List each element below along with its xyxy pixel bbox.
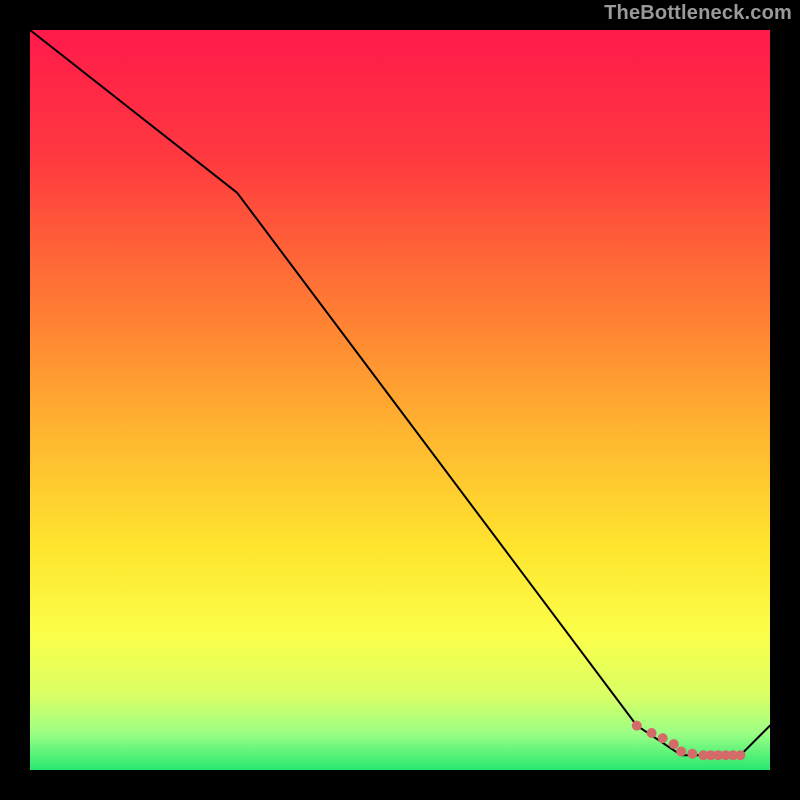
plot-area [30,30,770,770]
chart-stage: TheBottleneck.com [0,0,800,800]
highlighted-point [735,750,745,760]
highlighted-point [676,747,686,757]
bottleneck-curve-layer [30,30,770,770]
watermark-text: TheBottleneck.com [604,2,792,25]
highlighted-point [647,728,657,738]
highlighted-point [669,739,679,749]
highlighted-point [658,733,668,743]
highlighted-point [687,749,697,759]
bottleneck-curve [30,30,770,755]
highlighted-points [632,721,746,761]
highlighted-point [632,721,642,731]
